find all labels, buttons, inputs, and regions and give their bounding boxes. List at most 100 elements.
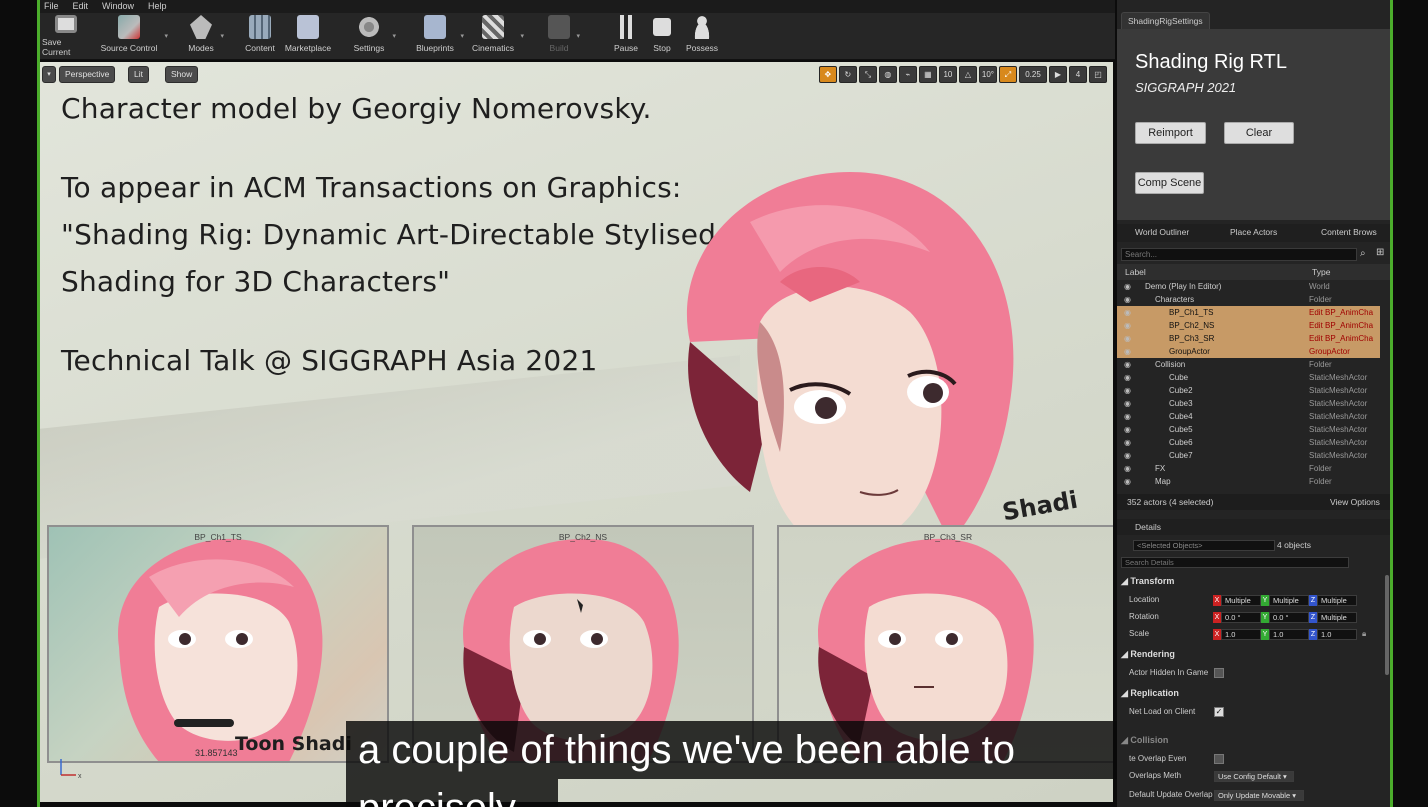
tab-content-browser[interactable]: Content Brows [1321,227,1377,237]
lock-icon[interactable]: 🔒︎ [1362,629,1366,639]
outliner-row[interactable]: ◉ Map Folder [1117,475,1380,488]
camera-speed-value[interactable]: 4 [1069,66,1087,83]
visibility-eye-icon[interactable]: ◉ [1124,280,1131,293]
stop-button[interactable]: Stop [650,15,674,57]
details-scrollbar[interactable] [1385,575,1389,675]
location-label[interactable]: Location [1129,595,1159,604]
outliner-row[interactable]: ◉ BP_Ch2_NS Edit BP_AnimCha [1117,319,1380,332]
visibility-eye-icon[interactable]: ◉ [1124,293,1131,306]
menu-window[interactable]: Window [102,0,134,13]
outliner-row[interactable]: ◉ BP_Ch3_SR Edit BP_AnimCha [1117,332,1380,345]
outliner-row[interactable]: ◉ BP_Ch1_TS Edit BP_AnimCha [1117,306,1380,319]
actor-hidden-checkbox[interactable] [1214,668,1224,678]
visibility-eye-icon[interactable]: ◉ [1124,449,1131,462]
net-load-checkbox[interactable]: ✓ [1214,707,1224,717]
tab-world-outliner[interactable]: World Outliner [1135,227,1189,237]
visibility-eye-icon[interactable]: ◉ [1124,462,1131,475]
replication-section[interactable]: ◢ Replication [1121,688,1179,699]
comp-scene-button[interactable]: Comp Scene [1135,172,1204,194]
rotation-z-field[interactable]: Multiple [1317,612,1357,623]
pause-button[interactable]: Pause [612,15,640,57]
menu-edit[interactable]: Edit [73,0,89,13]
tab-shading-rig-settings[interactable]: ShadingRigSettings [1121,12,1210,29]
level-viewport[interactable]: ▾ Perspective Lit Show ✥ ↻ ⤡ ◍ ⌁ ▦ 10 △ … [40,62,1113,802]
outliner-row[interactable]: ◉ Cube4 StaticMeshActor [1117,410,1380,423]
outliner-row[interactable]: ◉ Demo (Play In Editor) World [1117,280,1380,293]
reimport-button[interactable]: Reimport [1135,122,1206,144]
scale-z-field[interactable]: 1.0 [1317,629,1357,640]
visibility-eye-icon[interactable]: ◉ [1124,410,1131,423]
source-control-button[interactable]: Source Control ▾ [98,15,168,57]
collision-section[interactable]: ◢ Collision [1121,735,1168,746]
scale-y-field[interactable]: 1.0 [1269,629,1309,640]
location-y-field[interactable]: Multiple [1269,595,1309,606]
visibility-eye-icon[interactable]: ◉ [1124,306,1131,319]
thumbnail-bp-ch1-ts[interactable]: BP_Ch1_TS 31.857143 Toon Shadi [47,525,389,763]
overlaps-method-select[interactable]: Use Config Default ▾ [1214,771,1294,782]
scale-snap-value[interactable]: 0.25 [1019,66,1047,83]
modes-button[interactable]: Modes ▾ [186,15,224,57]
clear-button[interactable]: Clear [1224,122,1294,144]
tab-details[interactable]: Details [1135,519,1161,535]
outliner-row[interactable]: ◉ Cube2 StaticMeshActor [1117,384,1380,397]
scale-tool-icon[interactable]: ⤡ [858,66,877,83]
grid-size-value[interactable]: 10 [938,66,957,83]
scale-label[interactable]: Scale [1129,629,1149,638]
add-actor-icon[interactable]: ⊞ [1376,247,1384,258]
content-button[interactable]: Content [244,15,276,57]
rotate-tool-icon[interactable]: ↻ [838,66,857,83]
perspective-button[interactable]: Perspective [59,66,116,83]
visibility-eye-icon[interactable]: ◉ [1124,358,1131,371]
visibility-eye-icon[interactable]: ◉ [1124,436,1131,449]
visibility-eye-icon[interactable]: ◉ [1124,319,1131,332]
visibility-eye-icon[interactable]: ◉ [1124,332,1131,345]
scale-x-field[interactable]: 1.0 [1221,629,1261,640]
visibility-eye-icon[interactable]: ◉ [1124,423,1131,436]
outliner-row[interactable]: ◉ FX Folder [1117,462,1380,475]
location-x-field[interactable]: Multiple [1221,595,1261,606]
transform-section[interactable]: ◢ Transform [1121,576,1174,587]
cinematics-button[interactable]: Cinematics ▾ [470,15,524,57]
rotation-snap-icon[interactable]: △ [958,66,977,83]
grid-snap-icon[interactable]: ▦ [918,66,937,83]
visibility-eye-icon[interactable]: ◉ [1124,397,1131,410]
lit-button[interactable]: Lit [128,66,149,83]
location-z-field[interactable]: Multiple [1317,595,1357,606]
outliner-row[interactable]: ◉ Collision Folder [1117,358,1380,371]
rotation-y-field[interactable]: 0.0 ° [1269,612,1309,623]
visibility-eye-icon[interactable]: ◉ [1124,371,1131,384]
marketplace-button[interactable]: Marketplace [283,15,333,57]
translate-tool-icon[interactable]: ✥ [818,66,837,83]
surface-snap-icon[interactable]: ⌁ [898,66,917,83]
visibility-eye-icon[interactable]: ◉ [1124,475,1131,488]
rendering-section[interactable]: ◢ Rendering [1121,649,1175,660]
blueprints-button[interactable]: Blueprints ▾ [414,15,464,57]
outliner-row[interactable]: ◉ GroupActor GroupActor [1117,345,1380,358]
possess-button[interactable]: Possess [684,15,720,57]
scale-snap-icon[interactable]: ⤢ [999,66,1017,83]
outliner-row[interactable]: ◉ Characters Folder [1117,293,1380,306]
outliner-row[interactable]: ◉ Cube StaticMeshActor [1117,371,1380,384]
overlap-events-checkbox[interactable] [1214,754,1224,764]
outliner-row[interactable]: ◉ Cube3 StaticMeshActor [1117,397,1380,410]
visibility-eye-icon[interactable]: ◉ [1124,384,1131,397]
viewport-options-button[interactable]: ▾ [42,66,56,83]
build-button[interactable]: Build ▾ [546,15,580,57]
outliner-row[interactable]: ◉ Cube6 StaticMeshActor [1117,436,1380,449]
outliner-row[interactable]: ◉ Cube7 StaticMeshActor [1117,449,1380,462]
show-button[interactable]: Show [165,66,199,83]
col-type-header[interactable]: Type [1312,267,1330,277]
world-space-icon[interactable]: ◍ [878,66,897,83]
camera-speed-icon[interactable]: ▶ [1049,66,1067,83]
rotation-label[interactable]: Rotation [1129,612,1159,621]
view-options-button[interactable]: View Options [1330,494,1380,510]
maximize-viewport-icon[interactable]: ◰ [1089,66,1107,83]
visibility-eye-icon[interactable]: ◉ [1124,345,1131,358]
save-current-button[interactable]: Save Current [42,15,90,57]
rotation-snap-value[interactable]: 10° [978,66,997,83]
default-update-select[interactable]: Only Update Movable ▾ [1214,790,1304,801]
menu-file[interactable]: File [44,0,59,13]
menu-help[interactable]: Help [148,0,167,13]
outliner-search-input[interactable]: Search... [1121,248,1357,261]
details-search-input[interactable]: Search Details [1121,557,1349,568]
